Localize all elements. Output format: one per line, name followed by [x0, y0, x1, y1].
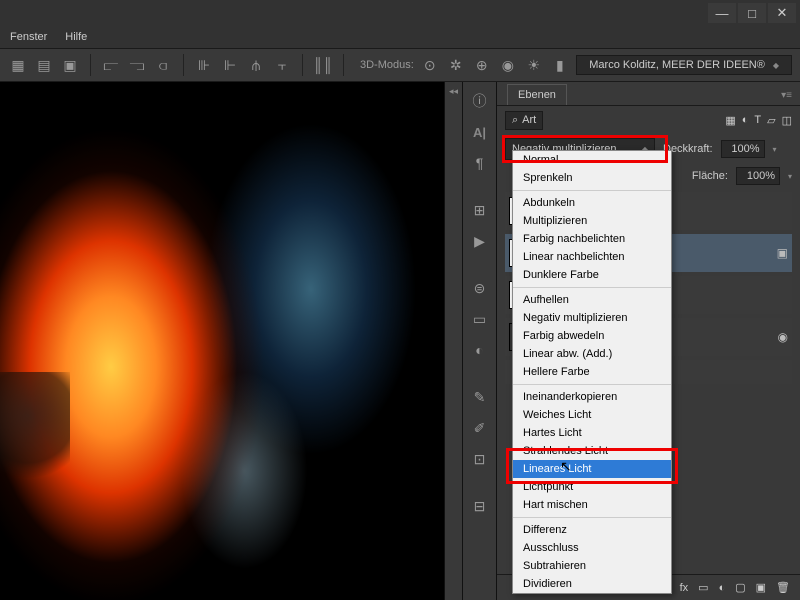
chevron-down-icon: ◆ — [773, 61, 779, 70]
panel-icon[interactable]: ⊞ — [467, 197, 493, 223]
menu-fenster[interactable]: Fenster — [10, 31, 47, 43]
blend-option[interactable]: Ausschluss — [513, 539, 671, 557]
3d-icon[interactable]: ⊙ — [420, 55, 440, 75]
blend-option[interactable]: Dunklere Farbe — [513, 266, 671, 284]
blend-option[interactable]: Multiplizieren — [513, 212, 671, 230]
swatches-icon[interactable]: ⊜ — [467, 275, 493, 301]
blend-option[interactable]: Normal — [513, 151, 671, 169]
separator — [513, 517, 671, 518]
canvas-image — [0, 82, 444, 600]
fill-label: Fläche: — [692, 170, 728, 182]
panel-collapse[interactable]: ◂◂ — [445, 82, 463, 600]
canvas[interactable] — [0, 82, 445, 600]
align-icon[interactable]: ⫍ — [101, 55, 121, 75]
filter-type-icon[interactable]: T — [754, 114, 761, 127]
filter-smart-icon[interactable]: ◫ — [782, 114, 792, 127]
filter-label: Art — [522, 114, 536, 126]
blend-option[interactable]: Linear abw. (Add.) — [513, 345, 671, 363]
mode3d-label: 3D-Modus: — [360, 59, 414, 71]
blend-option[interactable]: Hellere Farbe — [513, 363, 671, 381]
blend-option[interactable]: Strahlendes Licht — [513, 442, 671, 460]
panel-menu-icon[interactable]: ▾≡ — [773, 86, 800, 105]
close-button[interactable]: ✕ — [768, 3, 796, 23]
info-icon[interactable]: ⓘ — [467, 88, 493, 114]
adjustment-icon[interactable]: ◐ — [719, 582, 726, 594]
play-icon[interactable]: ▶ — [467, 228, 493, 254]
maximize-button[interactable]: □ — [738, 3, 766, 23]
distribute-icon[interactable]: ║║ — [313, 55, 333, 75]
blend-option[interactable]: Subtrahieren — [513, 557, 671, 575]
distribute-icon[interactable]: ⊩ — [220, 55, 240, 75]
blend-option[interactable]: Differenz — [513, 521, 671, 539]
3d-icon[interactable]: ◉ — [498, 55, 518, 75]
blend-option[interactable]: Ineinanderkopieren — [513, 388, 671, 406]
menu-hilfe[interactable]: Hilfe — [65, 31, 87, 43]
blend-option[interactable]: Dividieren — [513, 575, 671, 593]
distribute-icon[interactable]: ⫛ — [246, 55, 266, 75]
search-icon: ⌕ — [512, 114, 518, 127]
align-icon[interactable]: ⫎ — [127, 55, 147, 75]
blend-option[interactable]: Linear nachbelichten — [513, 248, 671, 266]
separator — [343, 54, 344, 76]
blend-option[interactable]: Lineares Licht — [513, 460, 671, 478]
align-icon[interactable]: ⫏ — [153, 55, 173, 75]
fx-icon[interactable]: fx — [680, 582, 689, 594]
character-panel-icon[interactable]: A| — [467, 119, 493, 145]
filter-adjust-icon[interactable]: ◐ — [742, 114, 749, 127]
panel-icon[interactable]: ⊟ — [467, 493, 493, 519]
canvas-image-detail — [0, 372, 70, 482]
tab-layers[interactable]: Ebenen — [507, 84, 567, 105]
chevron-icon: ◂◂ — [449, 86, 458, 97]
user-label: Marco Kolditz, MEER DER IDEEN® — [589, 59, 765, 71]
visibility-icon[interactable]: ◉ — [778, 330, 788, 344]
blend-option[interactable]: Hart mischen — [513, 496, 671, 514]
blend-option[interactable]: Hartes Licht — [513, 424, 671, 442]
distribute-icon[interactable]: ⫟ — [272, 55, 292, 75]
blend-option[interactable]: Sprenkeln — [513, 169, 671, 187]
brush-settings-icon[interactable]: ✐ — [467, 415, 493, 441]
3d-icon[interactable]: ▮ — [550, 55, 570, 75]
layer-filter-type[interactable]: ⌕ Art — [505, 111, 543, 130]
distribute-icon[interactable]: ⊪ — [194, 55, 214, 75]
separator — [513, 190, 671, 191]
blend-option[interactable]: Weiches Licht — [513, 406, 671, 424]
tool-icon[interactable]: ▣ — [60, 55, 80, 75]
clone-icon[interactable]: ⊡ — [467, 446, 493, 472]
blend-option[interactable]: Negativ multiplizieren — [513, 309, 671, 327]
user-dropdown[interactable]: Marco Kolditz, MEER DER IDEEN® ◆ — [576, 55, 792, 75]
blend-option[interactable]: Aufhellen — [513, 291, 671, 309]
folder-icon[interactable]: ▢ — [735, 581, 745, 594]
separator — [183, 54, 184, 76]
separator — [90, 54, 91, 76]
styles-icon[interactable]: ▭ — [467, 306, 493, 332]
chevron-down-icon[interactable]: ▾ — [788, 172, 792, 181]
trash-icon[interactable]: 🗑 — [776, 581, 790, 594]
blend-option[interactable]: Farbig nachbelichten — [513, 230, 671, 248]
separator — [302, 54, 303, 76]
opacity-value[interactable]: 100% — [721, 140, 765, 158]
filter-shape-icon[interactable]: ▱ — [767, 114, 775, 127]
tool-icon[interactable]: ▤ — [34, 55, 54, 75]
separator — [513, 287, 671, 288]
new-layer-icon[interactable]: ▣ — [756, 581, 766, 594]
separator — [513, 384, 671, 385]
layer-link-icon[interactable]: ▣ — [777, 246, 788, 260]
brush-icon[interactable]: ✎ — [467, 384, 493, 410]
blend-option[interactable]: Farbig abwedeln — [513, 327, 671, 345]
3d-icon[interactable]: ⊕ — [472, 55, 492, 75]
blend-mode-dropdown[interactable]: NormalSprenkelnAbdunkelnMultiplizierenFa… — [512, 150, 672, 594]
minimize-button[interactable]: — — [708, 3, 736, 23]
adjustments-icon[interactable]: ◐ — [467, 337, 493, 363]
tool-icon[interactable]: ▦ — [8, 55, 28, 75]
3d-icon[interactable]: ✲ — [446, 55, 466, 75]
paragraph-icon[interactable]: ¶ — [467, 150, 493, 176]
vertical-toolstrip: ⓘ A| ¶ ⊞ ▶ ⊜ ▭ ◐ ✎ ✐ ⊡ ⊟ — [463, 82, 497, 600]
fill-value[interactable]: 100% — [736, 167, 780, 185]
mask-icon[interactable]: ▭ — [698, 581, 708, 594]
blend-option[interactable]: Abdunkeln — [513, 194, 671, 212]
filter-pixel-icon[interactable]: ▦ — [725, 114, 735, 127]
blend-option[interactable]: Lichtpunkt — [513, 478, 671, 496]
chevron-down-icon[interactable]: ▾ — [773, 145, 777, 154]
3d-icon[interactable]: ☀ — [524, 55, 544, 75]
